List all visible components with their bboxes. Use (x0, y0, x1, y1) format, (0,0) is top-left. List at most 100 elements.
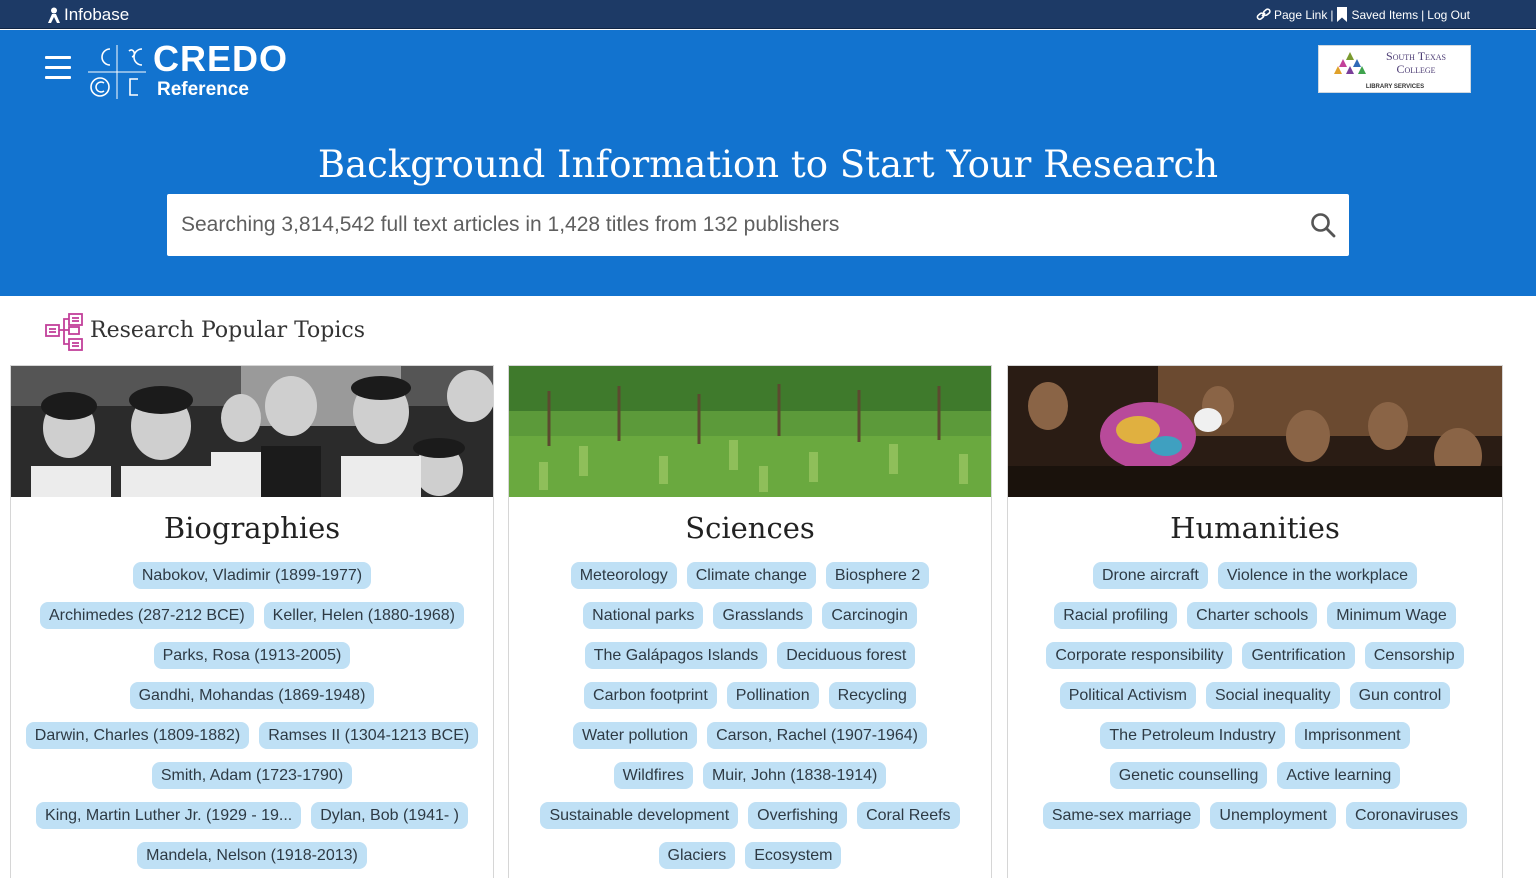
chip-row: The Petroleum Industry Imprisonment (1100, 722, 1410, 762)
topic-chip[interactable]: Gun control (1349, 682, 1451, 709)
topics-tree-icon (45, 313, 83, 351)
chip-row: Corporate responsibility Gentrification Ce… (1046, 642, 1464, 682)
topic-chip[interactable]: Political Activism (1059, 682, 1196, 709)
topic-chip[interactable]: Drone aircraft (1092, 562, 1208, 589)
chip-row: Glaciers Ecosystem (658, 842, 842, 878)
topic-chip[interactable]: Carcinogin (822, 602, 917, 629)
separator: | (1421, 7, 1425, 22)
topic-chip[interactable]: Social inequality (1205, 682, 1340, 709)
topic-chip[interactable]: Muir, John (1838-1914) (702, 762, 887, 789)
chip-row: Mandela, Nelson (1918-2013) (137, 842, 367, 878)
credo-logo-icon[interactable] (86, 43, 148, 101)
credo-logo-title: CREDO (153, 38, 289, 79)
topic-chip[interactable]: Coral Reefs (857, 802, 960, 829)
search-input[interactable] (181, 194, 1301, 256)
topic-chip[interactable]: King, Martin Luther Jr. (1929 - 19... (36, 802, 302, 829)
chip-row: King, Martin Luther Jr. (1929 - 19... Dyl… (36, 802, 468, 842)
topic-chip[interactable]: Nabokov, Vladimir (1899-1977) (132, 562, 372, 589)
infobase-label: Infobase (64, 5, 130, 24)
page-link[interactable]: Page Link (1274, 8, 1327, 22)
account-links: Page Link | Saved Items | Log Out (1256, 7, 1470, 22)
topic-chip[interactable]: Coronaviruses (1346, 802, 1468, 829)
topic-chip[interactable]: Unemployment (1210, 802, 1337, 829)
topic-chip[interactable]: Gentrification (1242, 642, 1355, 669)
topic-chip[interactable]: Grasslands (713, 602, 813, 629)
chip-row: Wildfires Muir, John (1838-1914) (613, 762, 887, 802)
topic-chip[interactable]: Parks, Rosa (1913-2005) (153, 642, 351, 669)
person-icon (48, 7, 60, 23)
topic-chip[interactable]: Keller, Helen (1880-1968) (263, 602, 464, 629)
saved-items-link[interactable]: Saved Items (1351, 8, 1418, 22)
topic-chip[interactable]: Censorship (1364, 642, 1464, 669)
topic-chip[interactable]: The Galápagos Islands (584, 642, 768, 669)
topic-chip[interactable]: Violence in the workplace (1217, 562, 1418, 589)
chip-row: Water pollution Carson, Rachel (1907-1964… (572, 722, 927, 762)
topic-chip[interactable]: National parks (583, 602, 704, 629)
topic-chip[interactable]: Mandela, Nelson (1918-2013) (137, 842, 367, 869)
topic-card-sciences: Sciences Meteorology Climate change Biosph… (508, 365, 992, 878)
topic-chip[interactable]: Active learning (1277, 762, 1401, 789)
menu-icon[interactable] (45, 56, 71, 80)
topic-chip[interactable]: Wildfires (613, 762, 693, 789)
topic-chip[interactable]: Water pollution (572, 722, 698, 749)
topic-chip[interactable]: Darwin, Charles (1809-1882) (25, 722, 250, 749)
topic-chip[interactable]: Minimum Wage (1327, 602, 1456, 629)
topic-chip[interactable]: The Petroleum Industry (1100, 722, 1285, 749)
topic-chip[interactable]: Gandhi, Mohandas (1869-1948) (129, 682, 375, 709)
search-box (167, 194, 1349, 256)
sciences-photo[interactable] (509, 366, 991, 497)
topic-chip[interactable]: Overfishing (748, 802, 848, 829)
institution-logo[interactable]: South Texas College LIBRARY SERVICES (1318, 45, 1471, 93)
topic-chip[interactable]: Corporate responsibility (1046, 642, 1233, 669)
topic-chips: Drone aircraft Violence in the workplace R… (1020, 562, 1490, 842)
topic-chip[interactable]: Carson, Rachel (1907-1964) (707, 722, 927, 749)
topic-chip[interactable]: Pollination (726, 682, 819, 709)
topic-chip[interactable]: Imprisonment (1294, 722, 1410, 749)
chip-row: Drone aircraft Violence in the workplace (1092, 562, 1418, 602)
popular-topics-heading: Research Popular Topics (90, 318, 366, 343)
topic-chip[interactable]: Ramses II (1304-1213 BCE) (259, 722, 479, 749)
chip-row: Carbon footprint Pollination Recycling (584, 682, 916, 722)
topic-chip[interactable]: Charter schools (1187, 602, 1318, 629)
topic-chip[interactable]: Meteorology (570, 562, 677, 589)
topic-card-humanities: Humanities Drone aircraft Violence in the… (1007, 365, 1503, 878)
chip-row: Sustainable development Overfishing Coral … (540, 802, 960, 842)
topic-chip[interactable]: Sustainable development (540, 802, 739, 829)
topic-chip[interactable]: Archimedes (287-212 BCE) (40, 602, 254, 629)
topic-chip[interactable]: Same-sex marriage (1042, 802, 1201, 829)
chip-row: Archimedes (287-212 BCE) Keller, Helen (1… (40, 602, 464, 642)
topic-chip[interactable]: Dylan, Bob (1941- ) (311, 802, 468, 829)
topic-chip[interactable]: Ecosystem (745, 842, 842, 869)
topic-chip[interactable]: Deciduous forest (777, 642, 916, 669)
chip-row: Parks, Rosa (1913-2005) (153, 642, 351, 682)
topic-chip[interactable]: Smith, Adam (1723-1790) (151, 762, 353, 789)
infobase-brand[interactable]: Infobase (47, 5, 129, 25)
search-icon[interactable] (1309, 211, 1337, 239)
chip-row: Genetic counselling Active learning (1109, 762, 1401, 802)
chip-row: Meteorology Climate change Biosphere 2 (570, 562, 930, 602)
topic-chip[interactable]: Carbon footprint (584, 682, 717, 709)
topic-chip[interactable]: Recycling (828, 682, 916, 709)
topic-chip[interactable]: Genetic counselling (1109, 762, 1268, 789)
topic-chips: Nabokov, Vladimir (1899-1977) Archimedes … (23, 562, 481, 878)
chip-row: Nabokov, Vladimir (1899-1977) (132, 562, 372, 602)
top-bar: Infobase Page Link | Saved Items | Log O… (0, 0, 1536, 29)
card-title-humanities: Humanities (1170, 511, 1340, 545)
log-out-link[interactable]: Log Out (1427, 8, 1470, 22)
chip-row: Darwin, Charles (1809-1882) Ramses II (13… (25, 722, 479, 762)
biographies-photo[interactable] (11, 366, 493, 497)
topic-chips: Meteorology Climate change Biosphere 2 Nati… (521, 562, 979, 878)
card-title-biographies: Biographies (163, 511, 341, 545)
topic-chip[interactable]: Glaciers (658, 842, 736, 869)
chip-row: National parks Grasslands Carcinogin (583, 602, 917, 642)
topic-chip[interactable]: Racial profiling (1054, 602, 1178, 629)
chip-row: The Galápagos Islands Deciduous forest (584, 642, 916, 682)
card-title-sciences: Sciences (685, 511, 815, 545)
link-icon (1256, 8, 1271, 21)
humanities-photo[interactable] (1008, 366, 1502, 497)
institution-name-line1: South Texas (1386, 49, 1446, 63)
topic-chip[interactable]: Climate change (686, 562, 816, 589)
institution-name: South Texas College (1365, 50, 1467, 76)
chip-row: Political Activism Social inequality Gun c… (1059, 682, 1451, 722)
topic-chip[interactable]: Biosphere 2 (825, 562, 930, 589)
